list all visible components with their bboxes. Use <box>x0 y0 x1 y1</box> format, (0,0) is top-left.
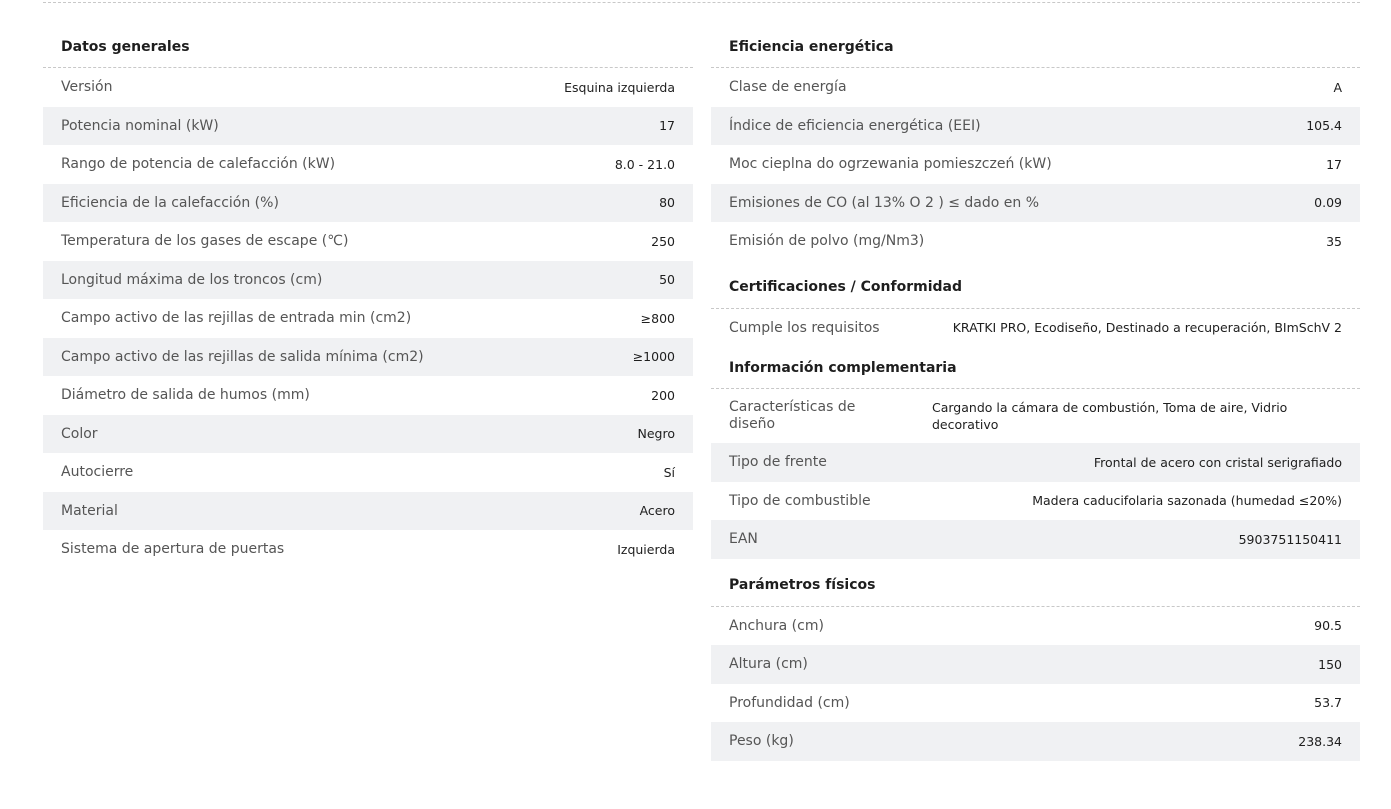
spec-row: Profundidad (cm) 53.7 <box>711 684 1360 723</box>
spec-value: KRATKI PRO, Ecodiseño, Destinado a recup… <box>952 320 1342 336</box>
spec-row: Campo activo de las rejillas de salida m… <box>43 337 693 376</box>
spec-table: Anchura (cm) 90.5 Altura (cm) 150 Profundi… <box>711 607 1360 761</box>
spec-value: Cargando la cámara de combustión, Toma d… <box>932 400 1288 432</box>
spec-value: Izquierda <box>617 541 675 557</box>
right-column: Eficiencia energética Clase de energía A … <box>711 26 1360 761</box>
spec-value: 50 <box>659 272 675 288</box>
complementary-info-section: Información complementaria Característic… <box>711 347 1360 559</box>
spec-row: Versión Esquina izquierda <box>43 68 693 107</box>
spec-label: Autocierre <box>61 464 134 481</box>
spec-value: Esquina izquierda <box>564 79 675 95</box>
spec-label: Versión <box>61 79 113 96</box>
spec-value: 250 <box>651 233 675 249</box>
spec-row: Características de diseño Cargando la cám… <box>711 389 1360 443</box>
spec-label: Profundidad (cm) <box>729 694 850 711</box>
spec-value: A <box>1333 79 1342 95</box>
spec-row: Anchura (cm) 90.5 <box>711 607 1360 646</box>
spec-label: Moc cieplna do ogrzewania pomieszczeń (k… <box>729 156 1052 173</box>
spec-label: Cumple los requisitos <box>729 319 880 336</box>
spec-value: Madera caducifolaria sazonada (humedad ≤… <box>1032 493 1342 509</box>
spec-value: Negro <box>637 426 676 442</box>
spec-value: 5903751150411 <box>1238 531 1342 547</box>
spec-value: 200 <box>651 387 675 403</box>
spec-value: 53.7 <box>1314 695 1342 711</box>
spec-row: Color Negro <box>43 414 693 453</box>
spec-label: Material <box>61 502 118 519</box>
spec-row: Eficiencia de la calefacción (%) 80 <box>43 183 693 222</box>
spec-row: Cumple los requisitos KRATKI PRO, Ecodise… <box>711 309 1360 348</box>
spec-row: Campo activo de las rejillas de entrada … <box>43 299 693 338</box>
certifications-section: Certificaciones / Conformidad Cumple los… <box>711 267 1360 348</box>
spec-row: Tipo de frente Frontal de acero con crist… <box>711 443 1360 482</box>
spec-value: 17 <box>1326 156 1342 172</box>
spec-label: Anchura (cm) <box>729 617 824 634</box>
section-title: Certificaciones / Conformidad <box>711 267 1360 309</box>
spec-value: 238.34 <box>1298 733 1342 749</box>
section-title: Parámetros físicos <box>711 565 1360 607</box>
spec-label: Rango de potencia de calefacción (kW) <box>61 156 336 173</box>
spec-label: Longitud máxima de los troncos (cm) <box>61 271 323 288</box>
spec-value: 150 <box>1318 656 1342 672</box>
spec-row: Tipo de combustible Madera caducifolaria … <box>711 482 1360 521</box>
spec-label: Altura (cm) <box>729 656 808 673</box>
spec-table: Características de diseño Cargando la cám… <box>711 389 1360 559</box>
spec-row: Altura (cm) 150 <box>711 645 1360 684</box>
spec-row: Moc cieplna do ogrzewania pomieszczeń (k… <box>711 145 1360 184</box>
spec-row: Autocierre Sí <box>43 453 693 492</box>
spec-value: 0.09 <box>1314 195 1342 211</box>
spec-row: Temperatura de los gases de escape (℃) 25… <box>43 222 693 261</box>
spec-table: Versión Esquina izquierda Potencia nomina… <box>43 68 693 569</box>
spec-row: Peso (kg) 238.34 <box>711 722 1360 761</box>
spec-label: Clase de energía <box>729 79 847 96</box>
physical-parameters-section: Parámetros físicos Anchura (cm) 90.5 Altu… <box>711 565 1360 761</box>
energy-efficiency-section: Eficiencia energética Clase de energía A … <box>711 26 1360 261</box>
section-title: Datos generales <box>43 26 693 68</box>
spec-label: Temperatura de los gases de escape (℃) <box>61 233 349 250</box>
spec-value: 105.4 <box>1306 118 1342 134</box>
spec-label: Emisión de polvo (mg/Nm3) <box>729 233 925 250</box>
spec-value: ≥800 <box>640 310 675 326</box>
spec-label: Emisiones de CO (al 13% O 2 ) ≤ dado en … <box>729 194 1040 211</box>
spec-row: Emisión de polvo (mg/Nm3) 35 <box>711 222 1360 261</box>
spec-row: Sistema de apertura de puertas Izquierda <box>43 530 693 569</box>
spec-row: Índice de eficiencia energética (EEI) 105… <box>711 106 1360 145</box>
spec-label: Tipo de combustible <box>729 492 871 509</box>
spec-value: 17 <box>659 118 675 134</box>
spec-table: Clase de energía A Índice de eficiencia e… <box>711 68 1360 261</box>
spec-row: EAN 5903751150411 <box>711 520 1360 559</box>
spec-value: 80 <box>659 195 675 211</box>
spec-label: Diámetro de salida de humos (mm) <box>61 387 310 404</box>
spec-value: 35 <box>1326 233 1342 249</box>
spec-label: Índice de eficiencia energética (EEI) <box>729 117 981 134</box>
spec-label: EAN <box>729 531 758 548</box>
spec-row: Rango de potencia de calefacción (kW) 8.0… <box>43 145 693 184</box>
spec-row: Emisiones de CO (al 13% O 2 ) ≤ dado en … <box>711 183 1360 222</box>
spec-label: Color <box>61 425 98 442</box>
section-title: Eficiencia energética <box>711 26 1360 68</box>
spec-value: Sí <box>663 464 675 480</box>
spec-label: Peso (kg) <box>729 733 794 750</box>
spec-label: Campo activo de las rejillas de entrada … <box>61 310 412 327</box>
spec-row: Clase de energía A <box>711 68 1360 107</box>
spec-value: Acero <box>639 503 675 519</box>
spec-label: Potencia nominal (kW) <box>61 117 219 134</box>
spec-value: Frontal de acero con cristal serigrafiad… <box>1093 454 1342 470</box>
spec-label: Campo activo de las rejillas de salida m… <box>61 348 424 365</box>
spec-value: 8.0 - 21.0 <box>614 156 675 172</box>
spec-table: Cumple los requisitos KRATKI PRO, Ecodise… <box>711 309 1360 348</box>
general-data-section: Datos generales Versión Esquina izquierda… <box>43 26 693 569</box>
spec-row: Longitud máxima de los troncos (cm) 50 <box>43 260 693 299</box>
spec-row: Potencia nominal (kW) 17 <box>43 106 693 145</box>
top-divider <box>43 2 1360 3</box>
spec-row: Material Acero <box>43 491 693 530</box>
spec-label: Tipo de frente <box>729 454 827 471</box>
spec-row: Diámetro de salida de humos (mm) 200 <box>43 376 693 415</box>
spec-value: ≥1000 <box>632 349 675 365</box>
spec-label: Sistema de apertura de puertas <box>61 541 285 558</box>
spec-value: 90.5 <box>1314 618 1342 634</box>
spec-label: Características de diseño <box>729 399 856 432</box>
spec-label: Eficiencia de la calefacción (%) <box>61 194 279 211</box>
section-title: Información complementaria <box>711 347 1360 389</box>
